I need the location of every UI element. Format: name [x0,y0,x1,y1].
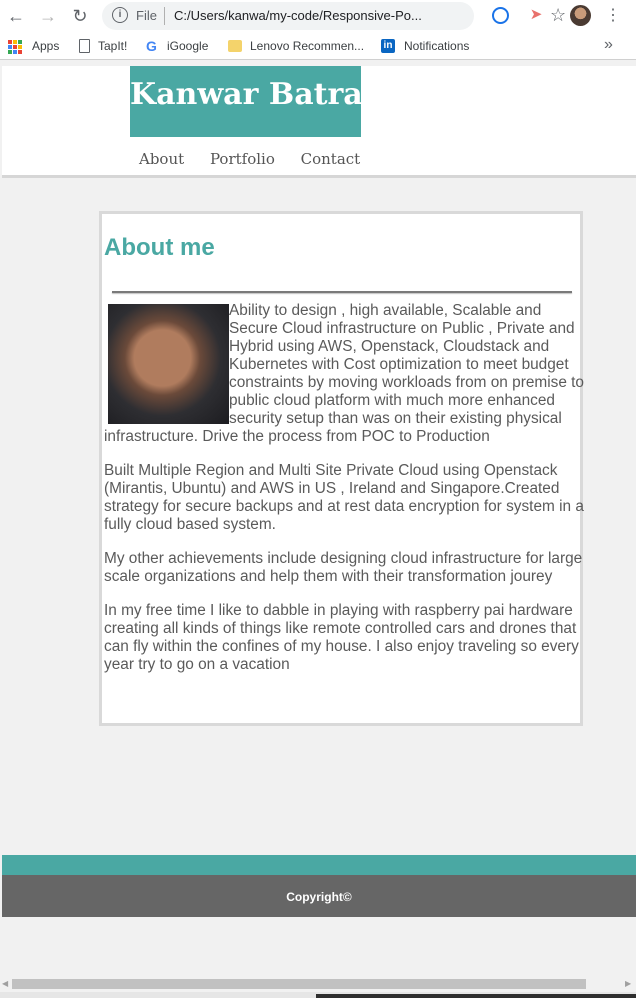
bookmark-lenovo[interactable]: Lenovo Recommen... [250,39,364,53]
about-paragraph: In my free time I like to dabble in play… [104,602,579,673]
url-scheme: File [136,8,157,23]
nav-portfolio-link[interactable]: Portfolio [210,150,275,168]
bookmark-notifications[interactable]: Notifications [404,39,469,53]
profile-avatar[interactable] [570,5,591,26]
bookmark-tapit[interactable]: TapIt! [98,39,127,53]
folder-icon [228,40,242,52]
about-paragraph: Built Multiple Region and Multi Site Pri… [104,462,584,533]
bookmark-star-icon[interactable]: ☆ [550,5,566,26]
site-brand[interactable]: Kanwar Batra [130,66,361,137]
taskbar-edge [316,994,636,998]
nav-about-link[interactable]: About [139,150,184,168]
scrollbar-thumb[interactable] [12,979,586,989]
reload-icon[interactable]: ↻ [68,4,92,28]
profile-photo [108,304,229,424]
section-divider [112,291,572,293]
extension-icon[interactable] [492,7,509,24]
about-heading: About me [104,234,215,261]
url-text[interactable]: C:/Users/kanwa/my-code/Responsive-Po... [174,8,422,23]
footer-accent-bar [2,855,636,875]
address-bar[interactable]: i File C:/Users/kanwa/my-code/Responsive… [102,2,566,30]
about-card: About me Ability to design , high availa… [99,211,584,726]
linkedin-icon: in [381,39,395,53]
browser-toolbar: ← → ↻ i File C:/Users/kanwa/my-code/Resp… [0,0,636,32]
bookmarks-overflow-icon[interactable]: » [604,36,613,54]
bookmark-igoogle[interactable]: iGoogle [167,39,208,53]
forward-arrow-icon[interactable]: → [36,4,60,28]
site-nav: About Portfolio Contact [139,150,381,168]
scroll-right-icon[interactable]: ▶ [625,977,631,991]
copyright-text: Copyright© [286,890,352,904]
info-icon[interactable]: i [112,7,128,23]
url-divider [164,7,165,25]
nav-contact-link[interactable]: Contact [301,150,361,168]
bookmark-apps[interactable]: Apps [32,39,59,53]
page-icon [79,39,90,53]
about-paragraph: My other achievements include designing … [104,550,583,585]
bookmarks-bar: Apps TapIt! G iGoogle Lenovo Recommen...… [0,32,636,60]
kebab-menu-icon[interactable]: ⋮ [605,4,621,28]
google-icon: G [146,38,157,54]
back-arrow-icon[interactable]: ← [4,4,28,28]
scroll-left-icon[interactable]: ◀ [2,977,8,991]
about-body: Ability to design , high available, Scal… [104,302,584,690]
apps-grid-icon [8,40,22,54]
site-header: Kanwar Batra About Portfolio Contact [2,66,636,178]
site-footer: Copyright© [2,875,636,917]
extension-cast-icon[interactable]: ➤ [527,6,545,24]
